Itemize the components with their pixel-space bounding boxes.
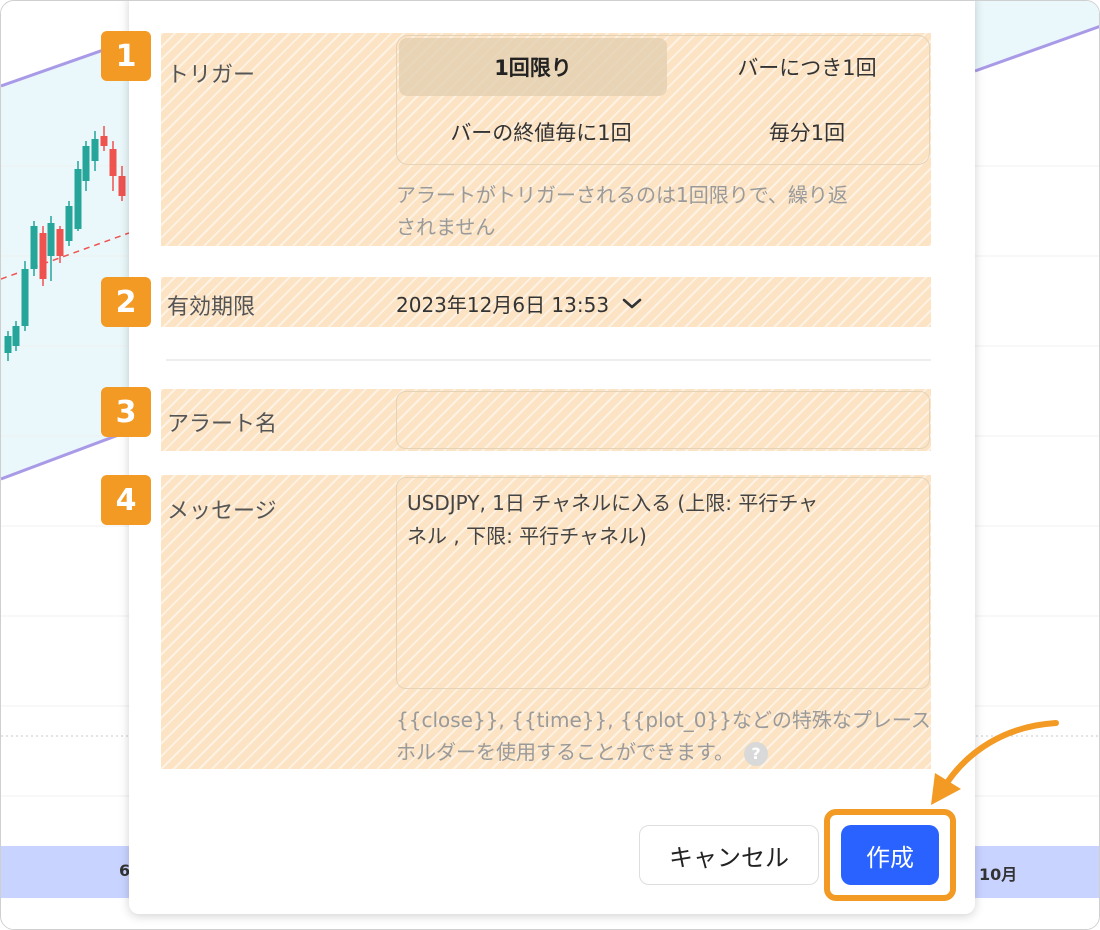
candle-body: [56, 229, 64, 256]
candle-body: [118, 176, 126, 196]
candle-body: [21, 269, 29, 326]
trigger-label: トリガー: [167, 63, 256, 88]
trigger-option-once-per-minute[interactable]: 毎分1回: [673, 103, 941, 161]
info-icon[interactable]: ?: [744, 741, 768, 766]
pointer-arrow-icon: [931, 720, 1059, 805]
candle-body: [47, 223, 55, 256]
candle-body: [39, 233, 47, 279]
message-hint-line-2: ホルダーを使用することができます。: [396, 740, 734, 764]
trigger-hint-line-1: アラートがトリガーされるのは1回限りで、繰り返: [396, 183, 848, 207]
trigger-option-once-per-bar[interactable]: バーにつき1回: [673, 38, 941, 96]
screenshot-frame: 6 10月 1 2 3 4 トリガー 1回限り バーにつき1回 バーの終値毎に1…: [0, 0, 1100, 930]
expiry-label: 有効期限: [167, 295, 256, 320]
badge-4: 4: [101, 475, 151, 525]
trigger-hint-line-2: されません: [396, 215, 496, 239]
message-hint-line-1: {{close}}, {{time}}, {{plot_0}}などの特殊なプレー…: [396, 708, 931, 732]
candle-body: [4, 336, 12, 353]
trigger-hint: アラートがトリガーされるのは1回限りで、繰り返 されません: [396, 179, 848, 243]
expiry-date-select[interactable]: 2023年12月6日 13:53: [396, 289, 643, 318]
message-line-2: ネル , 下限: 平行チャネル): [407, 524, 647, 548]
message-hint: {{close}}, {{time}}, {{plot_0}}などの特殊なプレー…: [396, 704, 931, 768]
section-divider: [166, 359, 931, 361]
create-button[interactable]: 作成: [841, 825, 939, 885]
message-hint-line-2-row: ホルダーを使用することができます。?: [396, 736, 931, 768]
trigger-option-once-per-bar-close[interactable]: バーの終値毎に1回: [407, 103, 675, 161]
message-label: メッセージ: [167, 499, 277, 524]
trigger-option-once[interactable]: 1回限り: [399, 38, 667, 96]
cancel-button[interactable]: キャンセル: [639, 825, 819, 885]
candle-body: [74, 169, 82, 229]
badge-3: 3: [101, 387, 151, 437]
message-line-1: USDJPY, 1日 チャネルに入る (上限: 平行チャ: [407, 491, 819, 515]
time-label-october: 10月: [979, 865, 1018, 884]
candle-body: [100, 136, 108, 146]
expiry-date-value: 2023年12月6日 13:53: [396, 293, 610, 317]
candle-body: [82, 146, 90, 181]
alert-name-label: アラート名: [167, 412, 278, 437]
candle-body: [109, 149, 117, 176]
candle-body: [30, 226, 38, 269]
alert-name-input[interactable]: [396, 391, 930, 449]
candle-body: [65, 206, 73, 241]
badge-1: 1: [101, 31, 151, 81]
badge-2: 2: [101, 277, 151, 327]
candle-body: [91, 139, 99, 161]
message-text: USDJPY, 1日 チャネルに入る (上限: 平行チャ ネル , 下限: 平行…: [407, 487, 917, 553]
chevron-down-icon: [622, 298, 642, 308]
candle-body: [12, 326, 20, 346]
